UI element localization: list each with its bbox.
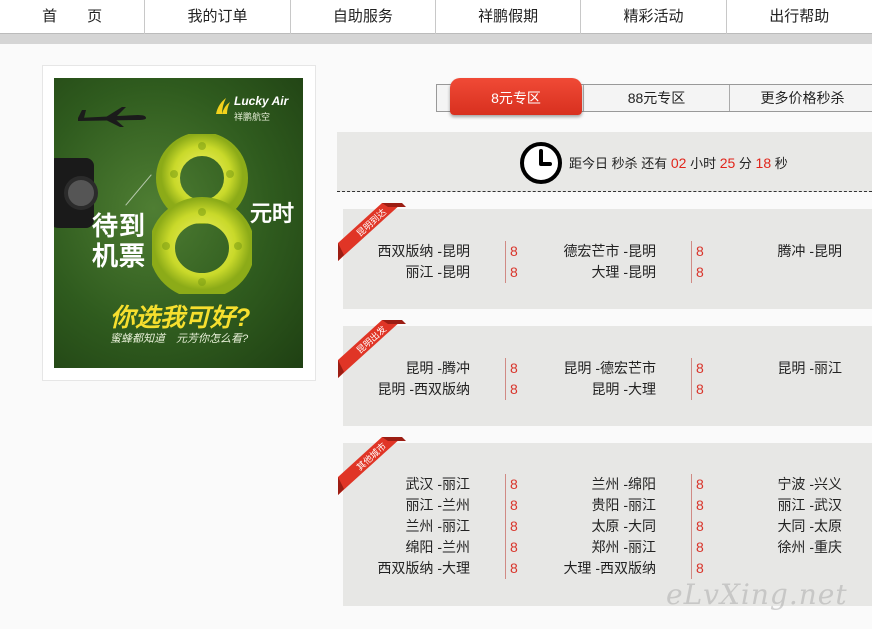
ad-slogan: 你选我可好?	[110, 304, 251, 332]
airplane-icon	[78, 107, 146, 127]
route-link[interactable]: 绵阳 -兰州	[310, 537, 470, 558]
section-ribbon-label: 昆明出发	[354, 323, 388, 355]
ad-text-yuanshi: 元时	[250, 201, 295, 226]
ad-logo-cn: 祥鹏航空	[234, 112, 271, 122]
ad-logo-en: Lucky Air	[234, 94, 289, 108]
route-price: 8	[691, 262, 711, 283]
countdown-minutes-unit: 分	[738, 156, 752, 171]
route-link[interactable]: 昆明 -丽江	[682, 358, 842, 379]
camera-icon	[54, 158, 98, 228]
route-link[interactable]: 昆明 -大理	[496, 379, 656, 400]
route-link[interactable]: 德宏芒市 -昆明	[496, 241, 656, 262]
route-link[interactable]: 丽江 -昆明	[310, 262, 470, 283]
nav-holidays[interactable]: 祥鹏假期	[436, 0, 582, 34]
countdown-prefix: 距今日 秒杀 还有	[569, 156, 668, 171]
route-link[interactable]: 丽江 -武汉	[682, 495, 842, 516]
promo-banner[interactable]: Lucky Air 祥鹏航空 待到 机票 元时 你选我可好? 蜜蜂都知道 元芳你…	[54, 78, 303, 368]
nav-divider	[0, 34, 872, 44]
route-link[interactable]: 兰州 -绵阳	[496, 474, 656, 495]
route-link[interactable]: 宁波 -兴义	[682, 474, 842, 495]
route-link[interactable]: 大理 -昆明	[496, 262, 656, 283]
watermark: eLvXing.net	[666, 578, 848, 611]
countdown-panel: 距今日 秒杀 还有 02 小时 25 分 18 秒	[337, 132, 872, 192]
nav-activities[interactable]: 精彩活动	[581, 0, 727, 34]
route-link[interactable]: 郑州 -丽江	[496, 537, 656, 558]
countdown-hours-unit: 小时	[690, 156, 717, 171]
countdown-hours: 02	[670, 155, 687, 171]
countdown-minutes: 25	[719, 155, 736, 171]
nav-self-service[interactable]: 自助服务	[291, 0, 436, 34]
route-link[interactable]: 太原 -大同	[496, 516, 656, 537]
nav-my-orders[interactable]: 我的订单	[145, 0, 291, 34]
route-link[interactable]: 大理 -西双版纳	[496, 558, 656, 579]
section-ribbon-label: 其他城市	[354, 440, 388, 472]
countdown-text: 距今日 秒杀 还有 02 小时 25 分 18 秒	[569, 153, 788, 172]
leafy-eight-icon	[152, 134, 252, 294]
top-nav: 首 页 我的订单 自助服务 祥鹏假期 精彩活动 出行帮助	[0, 0, 872, 34]
route-link[interactable]: 昆明 -德宏芒市	[496, 358, 656, 379]
countdown-seconds-unit: 秒	[774, 156, 788, 171]
route-link[interactable]: 武汉 -丽江	[310, 474, 470, 495]
route-link[interactable]: 昆明 -腾冲	[310, 358, 470, 379]
route-price: 8	[691, 558, 711, 579]
route-price: 8	[691, 379, 711, 400]
route-link[interactable]: 贵阳 -丽江	[496, 495, 656, 516]
route-link[interactable]: 丽江 -兰州	[310, 495, 470, 516]
ad-text-jipiao: 机票	[92, 241, 147, 271]
route-link[interactable]: 昆明 -西双版纳	[310, 379, 470, 400]
ad-divider-line	[125, 174, 152, 206]
route-section: 昆明出发 昆明 -腾冲 8 昆明 -德宏芒市 8 昆明 -丽江 昆明 -西双版纳 8 昆明 -大…	[338, 320, 872, 426]
tab-more-deals[interactable]: 更多价格秒杀	[729, 85, 872, 111]
route-link[interactable]: 徐州 -重庆	[682, 537, 842, 558]
tab-8-yuan[interactable]: 8元专区	[450, 78, 582, 115]
route-link[interactable]: 腾冲 -昆明	[682, 241, 842, 262]
lucky-air-logo-icon	[216, 98, 230, 114]
route-link[interactable]: 大同 -太原	[682, 516, 842, 537]
route-link[interactable]: 西双版纳 -昆明	[310, 241, 470, 262]
tab-88-yuan[interactable]: 88元专区	[583, 85, 729, 111]
nav-home[interactable]: 首 页	[0, 0, 146, 34]
clock-icon	[520, 142, 562, 184]
nav-travel-help[interactable]: 出行帮助	[727, 0, 872, 34]
route-link[interactable]: 兰州 -丽江	[310, 516, 470, 537]
route-link[interactable]: 西双版纳 -大理	[310, 558, 470, 579]
route-section: 昆明到达 西双版纳 -昆明 8 德宏芒市 -昆明 8 腾冲 -昆明 丽江 -昆明 8 大理 -昆…	[338, 203, 872, 309]
ad-subslogan: 蜜蜂都知道 元芳你怎么看?	[110, 333, 249, 345]
countdown-seconds: 18	[755, 155, 772, 171]
section-ribbon-label: 昆明到达	[354, 206, 388, 238]
